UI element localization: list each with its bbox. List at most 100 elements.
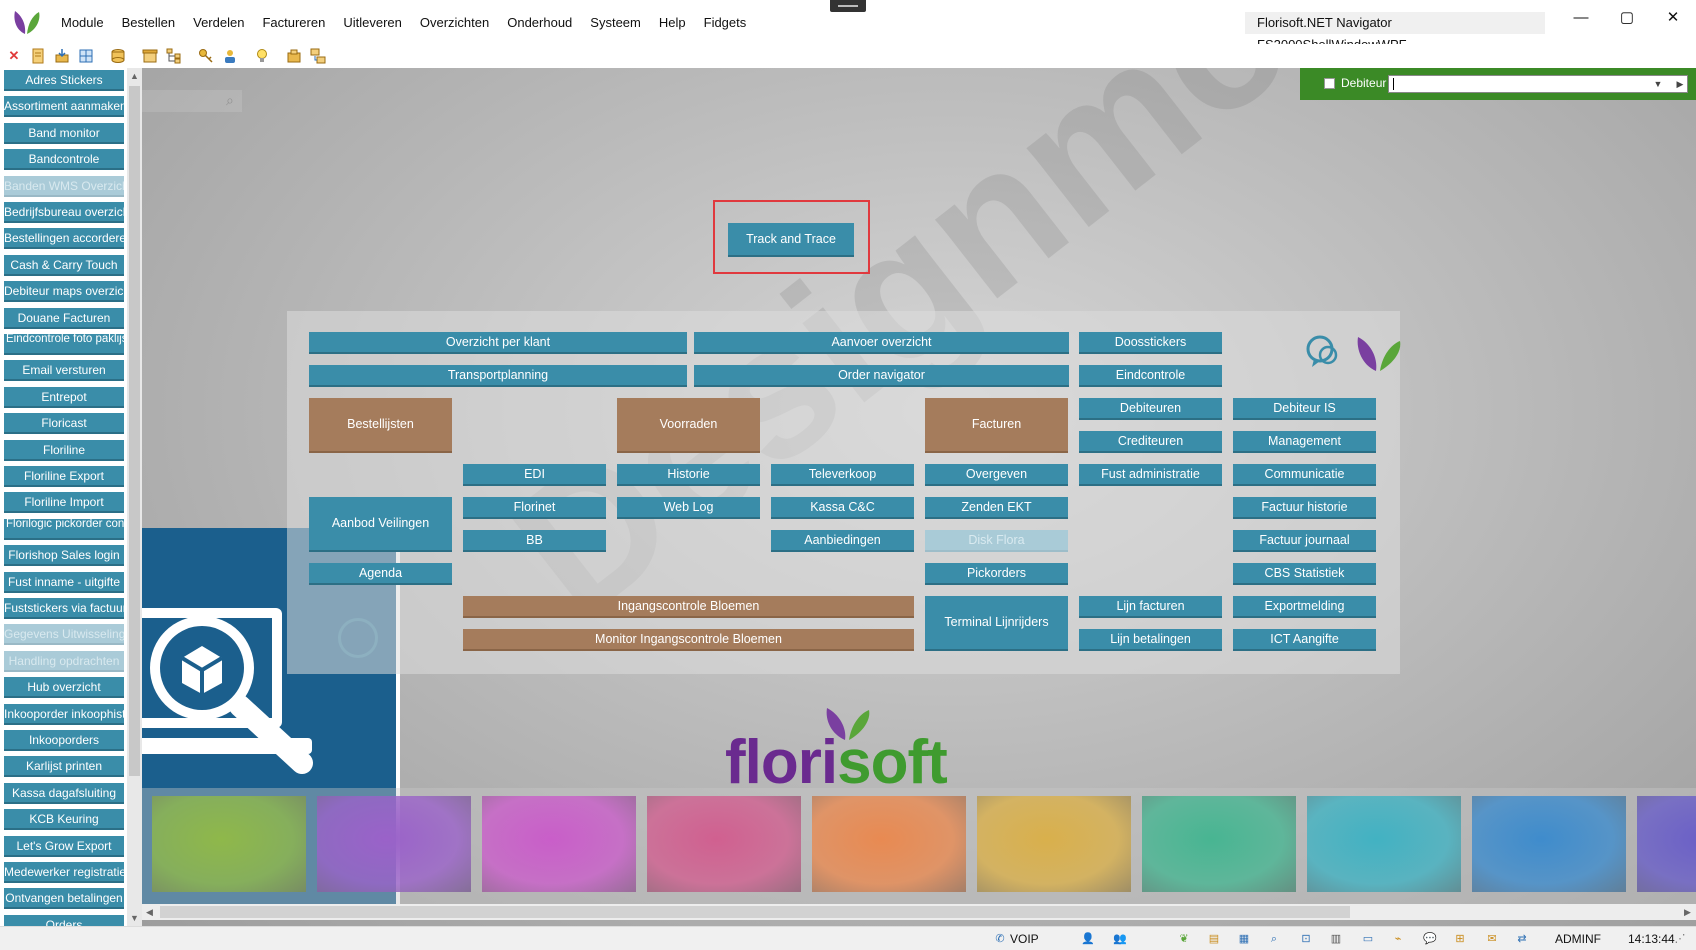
horizontal-scroll-thumb[interactable]	[160, 906, 1350, 918]
menu-item-help[interactable]: Help	[650, 15, 695, 30]
document-status-icon[interactable]: ▤	[1206, 931, 1222, 947]
sidebar-item[interactable]: Floricast	[4, 413, 124, 435]
tile-exportmelding[interactable]: Exportmelding	[1233, 596, 1376, 618]
tile-lijn-betalingen[interactable]: Lijn betalingen	[1079, 629, 1222, 651]
document-icon[interactable]	[28, 47, 48, 65]
package-icon[interactable]	[284, 47, 304, 65]
scroll-right-icon[interactable]: ▶	[1680, 904, 1695, 920]
sidebar-item[interactable]: Assortiment aanmaken	[4, 96, 124, 118]
scan-status-icon[interactable]: ⊡	[1298, 931, 1314, 947]
theme-thumbnail[interactable]	[1307, 796, 1461, 892]
sidebar-item[interactable]: Karlijst printen	[4, 756, 124, 778]
debiteur-input[interactable]: ▼ ▶	[1388, 75, 1688, 93]
menu-item-verdelen[interactable]: Verdelen	[184, 15, 253, 30]
sidebar-item[interactable]: Bandcontrole	[4, 149, 124, 171]
resize-grip-icon[interactable]: ⋰	[1672, 931, 1688, 947]
leaf-status-icon[interactable]: ❦	[1176, 931, 1192, 947]
drag-grip[interactable]	[830, 0, 866, 12]
minimize-button[interactable]: —	[1558, 0, 1604, 38]
theme-thumbnail[interactable]	[317, 796, 471, 892]
barcode-icon[interactable]: ▥	[1328, 931, 1344, 947]
sidebar-item[interactable]: Douane Facturen	[4, 307, 124, 329]
chevron-down-icon[interactable]: ▼	[1651, 76, 1665, 92]
search-status-icon[interactable]: ⌕	[1266, 931, 1282, 947]
tile-crediteuren[interactable]: Crediteuren	[1079, 431, 1222, 453]
tile-overzicht-per-klant[interactable]: Overzicht per klant	[309, 332, 687, 354]
scroll-up-icon[interactable]: ▲	[127, 68, 142, 84]
sidebar-item[interactable]: Fuststickers via factuur	[4, 598, 124, 619]
user-icon[interactable]: 👤	[1080, 931, 1096, 947]
tile-overgeven[interactable]: Overgeven	[925, 464, 1068, 486]
tile-communicatie[interactable]: Communicatie	[1233, 464, 1376, 486]
scroll-left-icon[interactable]: ◀	[142, 904, 157, 920]
tile-order-navigator[interactable]: Order navigator	[694, 365, 1069, 387]
tree-status-icon[interactable]: ⊞	[1452, 931, 1468, 947]
tile-monitor-ingangscontrole[interactable]: Monitor Ingangscontrole Bloemen	[463, 629, 914, 651]
horizontal-scrollbar[interactable]: ◀ ▶	[142, 904, 1696, 920]
sidebar-item[interactable]: Let's Grow Export	[4, 835, 124, 857]
transfer-icon[interactable]	[308, 47, 328, 65]
tile-lijn-facturen[interactable]: Lijn facturen	[1079, 596, 1222, 618]
tile-historie[interactable]: Historie	[617, 464, 760, 486]
grid-icon[interactable]	[76, 47, 96, 65]
monitor-icon[interactable]: ▭	[1360, 931, 1376, 947]
tile-cbs-statistiek[interactable]: CBS Statistiek	[1233, 563, 1376, 585]
sidebar-item[interactable]: Bestellingen accorderen	[4, 228, 124, 250]
menu-item-overzichten[interactable]: Overzichten	[411, 15, 498, 30]
voip-label[interactable]: VOIP	[1010, 931, 1039, 947]
key-icon[interactable]	[196, 47, 216, 65]
chat-status-icon[interactable]: 💬	[1422, 931, 1438, 947]
theme-thumbnail[interactable]	[812, 796, 966, 892]
sidebar-item[interactable]: KCB Keuring	[4, 809, 124, 831]
scroll-down-icon[interactable]: ▼	[127, 910, 142, 926]
sidebar-item[interactable]: Floriline	[4, 439, 124, 461]
users-status-icon[interactable]: 👥	[1112, 931, 1128, 947]
tile-ict-aangifte[interactable]: ICT Aangifte	[1233, 629, 1376, 651]
theme-thumbnail[interactable]	[647, 796, 801, 892]
tile-florinet[interactable]: Florinet	[463, 497, 606, 519]
sidebar-item[interactable]: Floriline Import	[4, 492, 124, 514]
sidebar-item[interactable]: Entrepot	[4, 386, 124, 408]
database-icon[interactable]	[108, 47, 128, 65]
sidebar-item[interactable]: Cash & Carry Touch	[4, 254, 124, 276]
tile-pickorders[interactable]: Pickorders	[925, 563, 1068, 585]
tile-facturen[interactable]: Facturen	[925, 398, 1068, 453]
sidebar-scroll-thumb[interactable]	[129, 86, 140, 776]
menu-item-uitleveren[interactable]: Uitleveren	[334, 15, 411, 30]
tile-debiteur-is[interactable]: Debiteur IS	[1233, 398, 1376, 420]
sidebar-item[interactable]: Florilogic pickorder controle	[4, 518, 124, 540]
chart-status-icon[interactable]: ⌁	[1390, 931, 1406, 947]
sidebar-item[interactable]: Florishop Sales login	[4, 545, 124, 567]
sidebar-item[interactable]: Inkooporders	[4, 730, 124, 751]
sidebar-item[interactable]: Medewerker registratie	[4, 862, 124, 883]
go-arrow-icon[interactable]: ▶	[1673, 76, 1687, 92]
theme-thumbnail[interactable]	[977, 796, 1131, 892]
tile-televerkoop[interactable]: Televerkoop	[771, 464, 914, 486]
tile-bestellijsten[interactable]: Bestellijsten	[309, 398, 452, 453]
tile-agenda[interactable]: Agenda	[309, 563, 452, 585]
tile-ingangscontrole-bloemen[interactable]: Ingangscontrole Bloemen	[463, 596, 914, 618]
tile-management[interactable]: Management	[1233, 431, 1376, 453]
maximize-button[interactable]: ▢	[1604, 0, 1650, 38]
menu-item-bestellen[interactable]: Bestellen	[113, 15, 184, 30]
theme-thumbnail[interactable]	[1472, 796, 1626, 892]
archive-icon[interactable]	[140, 47, 160, 65]
tile-voorraden[interactable]: Voorraden	[617, 398, 760, 453]
close-module-icon[interactable]: ✕	[4, 47, 24, 65]
sidebar-item[interactable]: Hub overzicht	[4, 677, 124, 699]
tile-bb[interactable]: BB	[463, 530, 606, 552]
tile-factuur-historie[interactable]: Factuur historie	[1233, 497, 1376, 519]
phone-icon[interactable]: ✆	[992, 931, 1008, 947]
menu-item-fidgets[interactable]: Fidgets	[695, 15, 756, 30]
tile-aanbod-veilingen[interactable]: Aanbod Veilingen	[309, 497, 452, 552]
sidebar-item[interactable]: Band monitor	[4, 122, 124, 144]
sidebar-item[interactable]: Debiteur maps overzicht	[4, 281, 124, 303]
grid-status-icon[interactable]: ▦	[1236, 931, 1252, 947]
sidebar-item[interactable]: Orders	[4, 914, 124, 926]
tile-kassa-cc[interactable]: Kassa C&C	[771, 497, 914, 519]
menu-item-onderhoud[interactable]: Onderhoud	[498, 15, 581, 30]
theme-thumbnail[interactable]	[1142, 796, 1296, 892]
tile-aanbiedingen[interactable]: Aanbiedingen	[771, 530, 914, 552]
tile-edi[interactable]: EDI	[463, 464, 606, 486]
sidebar-item[interactable]: Ontvangen betalingen	[4, 888, 124, 910]
